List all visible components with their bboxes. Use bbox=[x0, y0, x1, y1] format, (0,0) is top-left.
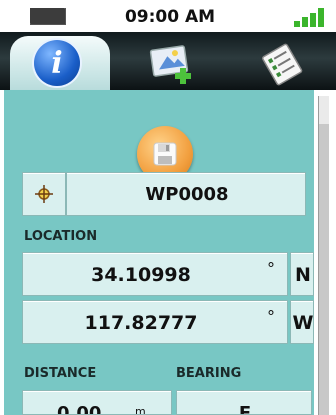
signal-bar bbox=[294, 21, 300, 27]
distance-unit: m bbox=[135, 405, 146, 415]
signal-icon bbox=[294, 7, 324, 27]
latitude-direction: N bbox=[295, 264, 311, 286]
signal-bar bbox=[310, 13, 316, 27]
longitude-value: 117.82777 bbox=[84, 312, 198, 334]
status-bar: 09:00 AM bbox=[0, 0, 336, 32]
distance-value: 0.00 bbox=[57, 403, 102, 415]
latitude-direction-field[interactable]: N bbox=[290, 252, 314, 296]
longitude-field[interactable]: 117.82777 ° bbox=[22, 300, 288, 344]
add-photo-icon[interactable] bbox=[146, 42, 202, 86]
longitude-degree: ° bbox=[267, 307, 275, 326]
distance-label: DISTANCE bbox=[24, 366, 97, 381]
waypoint-name: WP0008 bbox=[145, 184, 229, 205]
info-glyph: i bbox=[51, 46, 63, 81]
info-icon[interactable]: i bbox=[34, 40, 80, 86]
longitude-direction-field[interactable]: W bbox=[290, 300, 314, 344]
bearing-value: E bbox=[238, 403, 252, 415]
floppy-disk-icon bbox=[153, 142, 177, 166]
waypoint-name-field[interactable]: WP0008 bbox=[66, 172, 306, 216]
distance-field[interactable]: 0.00 m bbox=[22, 390, 172, 415]
latitude-field[interactable]: 34.10998 ° bbox=[22, 252, 288, 296]
bearing-label: BEARING bbox=[176, 366, 242, 381]
latitude-degree: ° bbox=[267, 259, 275, 278]
location-label: LOCATION bbox=[24, 229, 98, 244]
scrollbar-thumb[interactable] bbox=[318, 124, 329, 415]
longitude-direction: W bbox=[292, 312, 314, 334]
signal-bar bbox=[318, 8, 324, 27]
checklist-icon[interactable] bbox=[258, 42, 308, 86]
bearing-field[interactable]: E bbox=[176, 390, 312, 415]
signal-bar bbox=[302, 17, 308, 27]
target-button[interactable] bbox=[22, 172, 66, 216]
battery-nub bbox=[30, 8, 64, 23]
clock: 09:00 AM bbox=[124, 7, 216, 27]
latitude-value: 34.10998 bbox=[91, 264, 191, 286]
crosshair-icon bbox=[35, 185, 53, 203]
